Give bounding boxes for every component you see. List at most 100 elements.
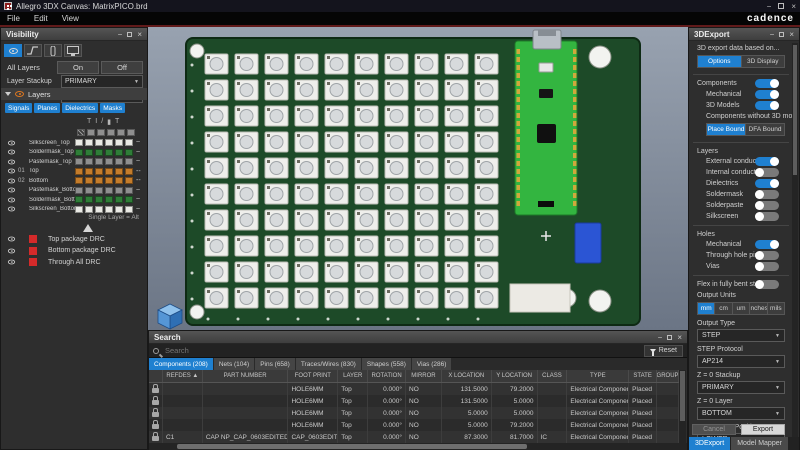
layer-color-square[interactable] xyxy=(125,149,133,156)
menu-view[interactable]: View xyxy=(55,14,86,23)
panel-minimize-icon[interactable]: − xyxy=(770,30,775,39)
layer-color-square[interactable] xyxy=(75,177,83,184)
grid-all-square[interactable] xyxy=(107,129,115,136)
grid-all-square[interactable] xyxy=(117,129,125,136)
cross-section-button[interactable] xyxy=(24,44,42,57)
layer-color-square[interactable] xyxy=(115,139,123,146)
layers-on-button[interactable]: On xyxy=(57,61,99,74)
dropdown-select[interactable]: STEP▼ xyxy=(697,329,785,342)
panel-close-icon[interactable]: × xyxy=(677,333,682,342)
cancel-button[interactable]: Cancel xyxy=(692,424,736,435)
layer-color-square[interactable] xyxy=(95,196,103,203)
panel-minimize-icon[interactable]: − xyxy=(658,333,663,342)
panel-float-icon[interactable] xyxy=(127,32,132,37)
layer-color-square[interactable] xyxy=(95,168,103,175)
layer-color-square[interactable] xyxy=(75,168,83,175)
layer-stackup-select[interactable]: PRIMARY ▼ xyxy=(61,75,143,88)
layer-color-square[interactable] xyxy=(115,187,123,194)
column-header-state[interactable]: STATE xyxy=(629,370,657,382)
layer-row[interactable]: Pastemask_Bottom~ xyxy=(1,186,147,196)
grid-all-square[interactable] xyxy=(97,129,105,136)
layer-color-square[interactable] xyxy=(85,158,93,165)
layer-color-square[interactable] xyxy=(115,158,123,165)
display-button[interactable] xyxy=(64,44,82,57)
layer-color-square[interactable] xyxy=(85,139,93,146)
column-header-y[interactable]: Y LOCATION xyxy=(492,370,538,382)
export-panel-scrollbar[interactable] xyxy=(792,43,798,437)
eye-icon[interactable] xyxy=(8,248,15,253)
segment-option[interactable]: mils xyxy=(768,303,784,314)
segment-option[interactable]: inches xyxy=(750,303,767,314)
layer-color-square[interactable] xyxy=(105,177,113,184)
layer-row[interactable]: Silkscreen_Bottom~ xyxy=(1,205,147,215)
column-header-type[interactable]: TYPE xyxy=(567,370,629,382)
toggle-switch[interactable] xyxy=(755,280,779,289)
toggle-switch[interactable] xyxy=(755,90,779,99)
eye-icon[interactable] xyxy=(8,197,15,202)
table-row[interactable]: HOLE6MMTop0.000°NO131.50005.0000Electric… xyxy=(149,395,679,407)
panel-close-icon[interactable]: × xyxy=(137,30,142,39)
drc-row[interactable]: Top package DRC xyxy=(1,234,147,244)
window-maximize-icon[interactable] xyxy=(778,3,784,9)
column-header-refdes[interactable]: REFDES ▲ xyxy=(163,370,203,382)
layer-color-square[interactable] xyxy=(105,149,113,156)
layer-color-square[interactable] xyxy=(105,139,113,146)
layer-color-square[interactable] xyxy=(105,187,113,194)
column-header-rotation[interactable]: ROTATION xyxy=(368,370,406,382)
layer-color-square[interactable] xyxy=(75,196,83,203)
stackup-button[interactable] xyxy=(44,44,62,57)
eye-icon[interactable] xyxy=(8,169,15,174)
layer-color-square[interactable] xyxy=(125,196,133,203)
layer-color-square[interactable] xyxy=(85,206,93,213)
layer-row[interactable]: 01Top-- xyxy=(1,167,147,177)
layer-color-square[interactable] xyxy=(125,168,133,175)
eye-icon[interactable] xyxy=(8,260,15,265)
search-tab[interactable]: Pins (658) xyxy=(255,358,295,370)
layer-color-square[interactable] xyxy=(105,158,113,165)
segment-option[interactable]: Options xyxy=(698,56,742,67)
layer-row[interactable]: Pastemask_Top~ xyxy=(1,157,147,167)
drc-row[interactable]: Bottom package DRC xyxy=(1,246,147,256)
toggle-switch[interactable] xyxy=(755,212,779,221)
toggle-switch[interactable] xyxy=(755,179,779,188)
toggle-switch[interactable] xyxy=(755,262,779,271)
table-row[interactable]: HOLE6MMTop0.000°NO5.00005.0000Electrical… xyxy=(149,407,679,419)
toggle-switch[interactable] xyxy=(755,157,779,166)
layer-color-square[interactable] xyxy=(125,158,133,165)
tab-model-mapper[interactable]: Model Mapper xyxy=(731,437,788,450)
filter-chip-dielectrics[interactable]: Dielectrics xyxy=(62,103,98,113)
eye-icon[interactable] xyxy=(8,150,15,155)
layers-off-button[interactable]: Off xyxy=(101,61,143,74)
menu-file[interactable]: File xyxy=(0,14,27,23)
layer-color-square[interactable] xyxy=(75,158,83,165)
layer-color-square[interactable] xyxy=(85,187,93,194)
view-cube-icon[interactable] xyxy=(157,303,184,330)
segment-option[interactable]: um xyxy=(733,303,750,314)
filter-chip-planes[interactable]: Planes xyxy=(34,103,60,113)
search-tab[interactable]: Shapes (558) xyxy=(362,358,411,370)
3d-viewport[interactable] xyxy=(148,27,688,330)
layer-color-square[interactable] xyxy=(75,206,83,213)
layer-color-square[interactable] xyxy=(95,139,103,146)
toggle-switch[interactable] xyxy=(755,251,779,260)
layer-color-square[interactable] xyxy=(125,139,133,146)
layer-color-square[interactable] xyxy=(115,177,123,184)
toggle-switch[interactable] xyxy=(755,240,779,249)
layer-color-square[interactable] xyxy=(85,149,93,156)
layer-color-square[interactable] xyxy=(115,196,123,203)
dropdown-select[interactable]: BOTTOM▼ xyxy=(697,407,785,420)
grid-all-square[interactable] xyxy=(127,129,135,136)
segment-option[interactable]: 3D Display xyxy=(742,56,785,67)
layer-color-square[interactable] xyxy=(75,149,83,156)
grid-all-square[interactable] xyxy=(87,129,95,136)
table-row[interactable]: C1CAP NP_CAP_0603EDITED_CAP NPCAP_0603ED… xyxy=(149,431,679,443)
panel-close-icon[interactable]: × xyxy=(789,30,794,39)
panel-float-icon[interactable] xyxy=(667,335,672,340)
layer-color-square[interactable] xyxy=(75,187,83,194)
window-close-icon[interactable]: × xyxy=(791,2,796,11)
layer-color-square[interactable] xyxy=(115,168,123,175)
layer-color-square[interactable] xyxy=(95,206,103,213)
layer-color-square[interactable] xyxy=(125,187,133,194)
filter-chip-masks[interactable]: Masks xyxy=(100,103,125,113)
search-tab[interactable]: Nets (104) xyxy=(214,358,254,370)
